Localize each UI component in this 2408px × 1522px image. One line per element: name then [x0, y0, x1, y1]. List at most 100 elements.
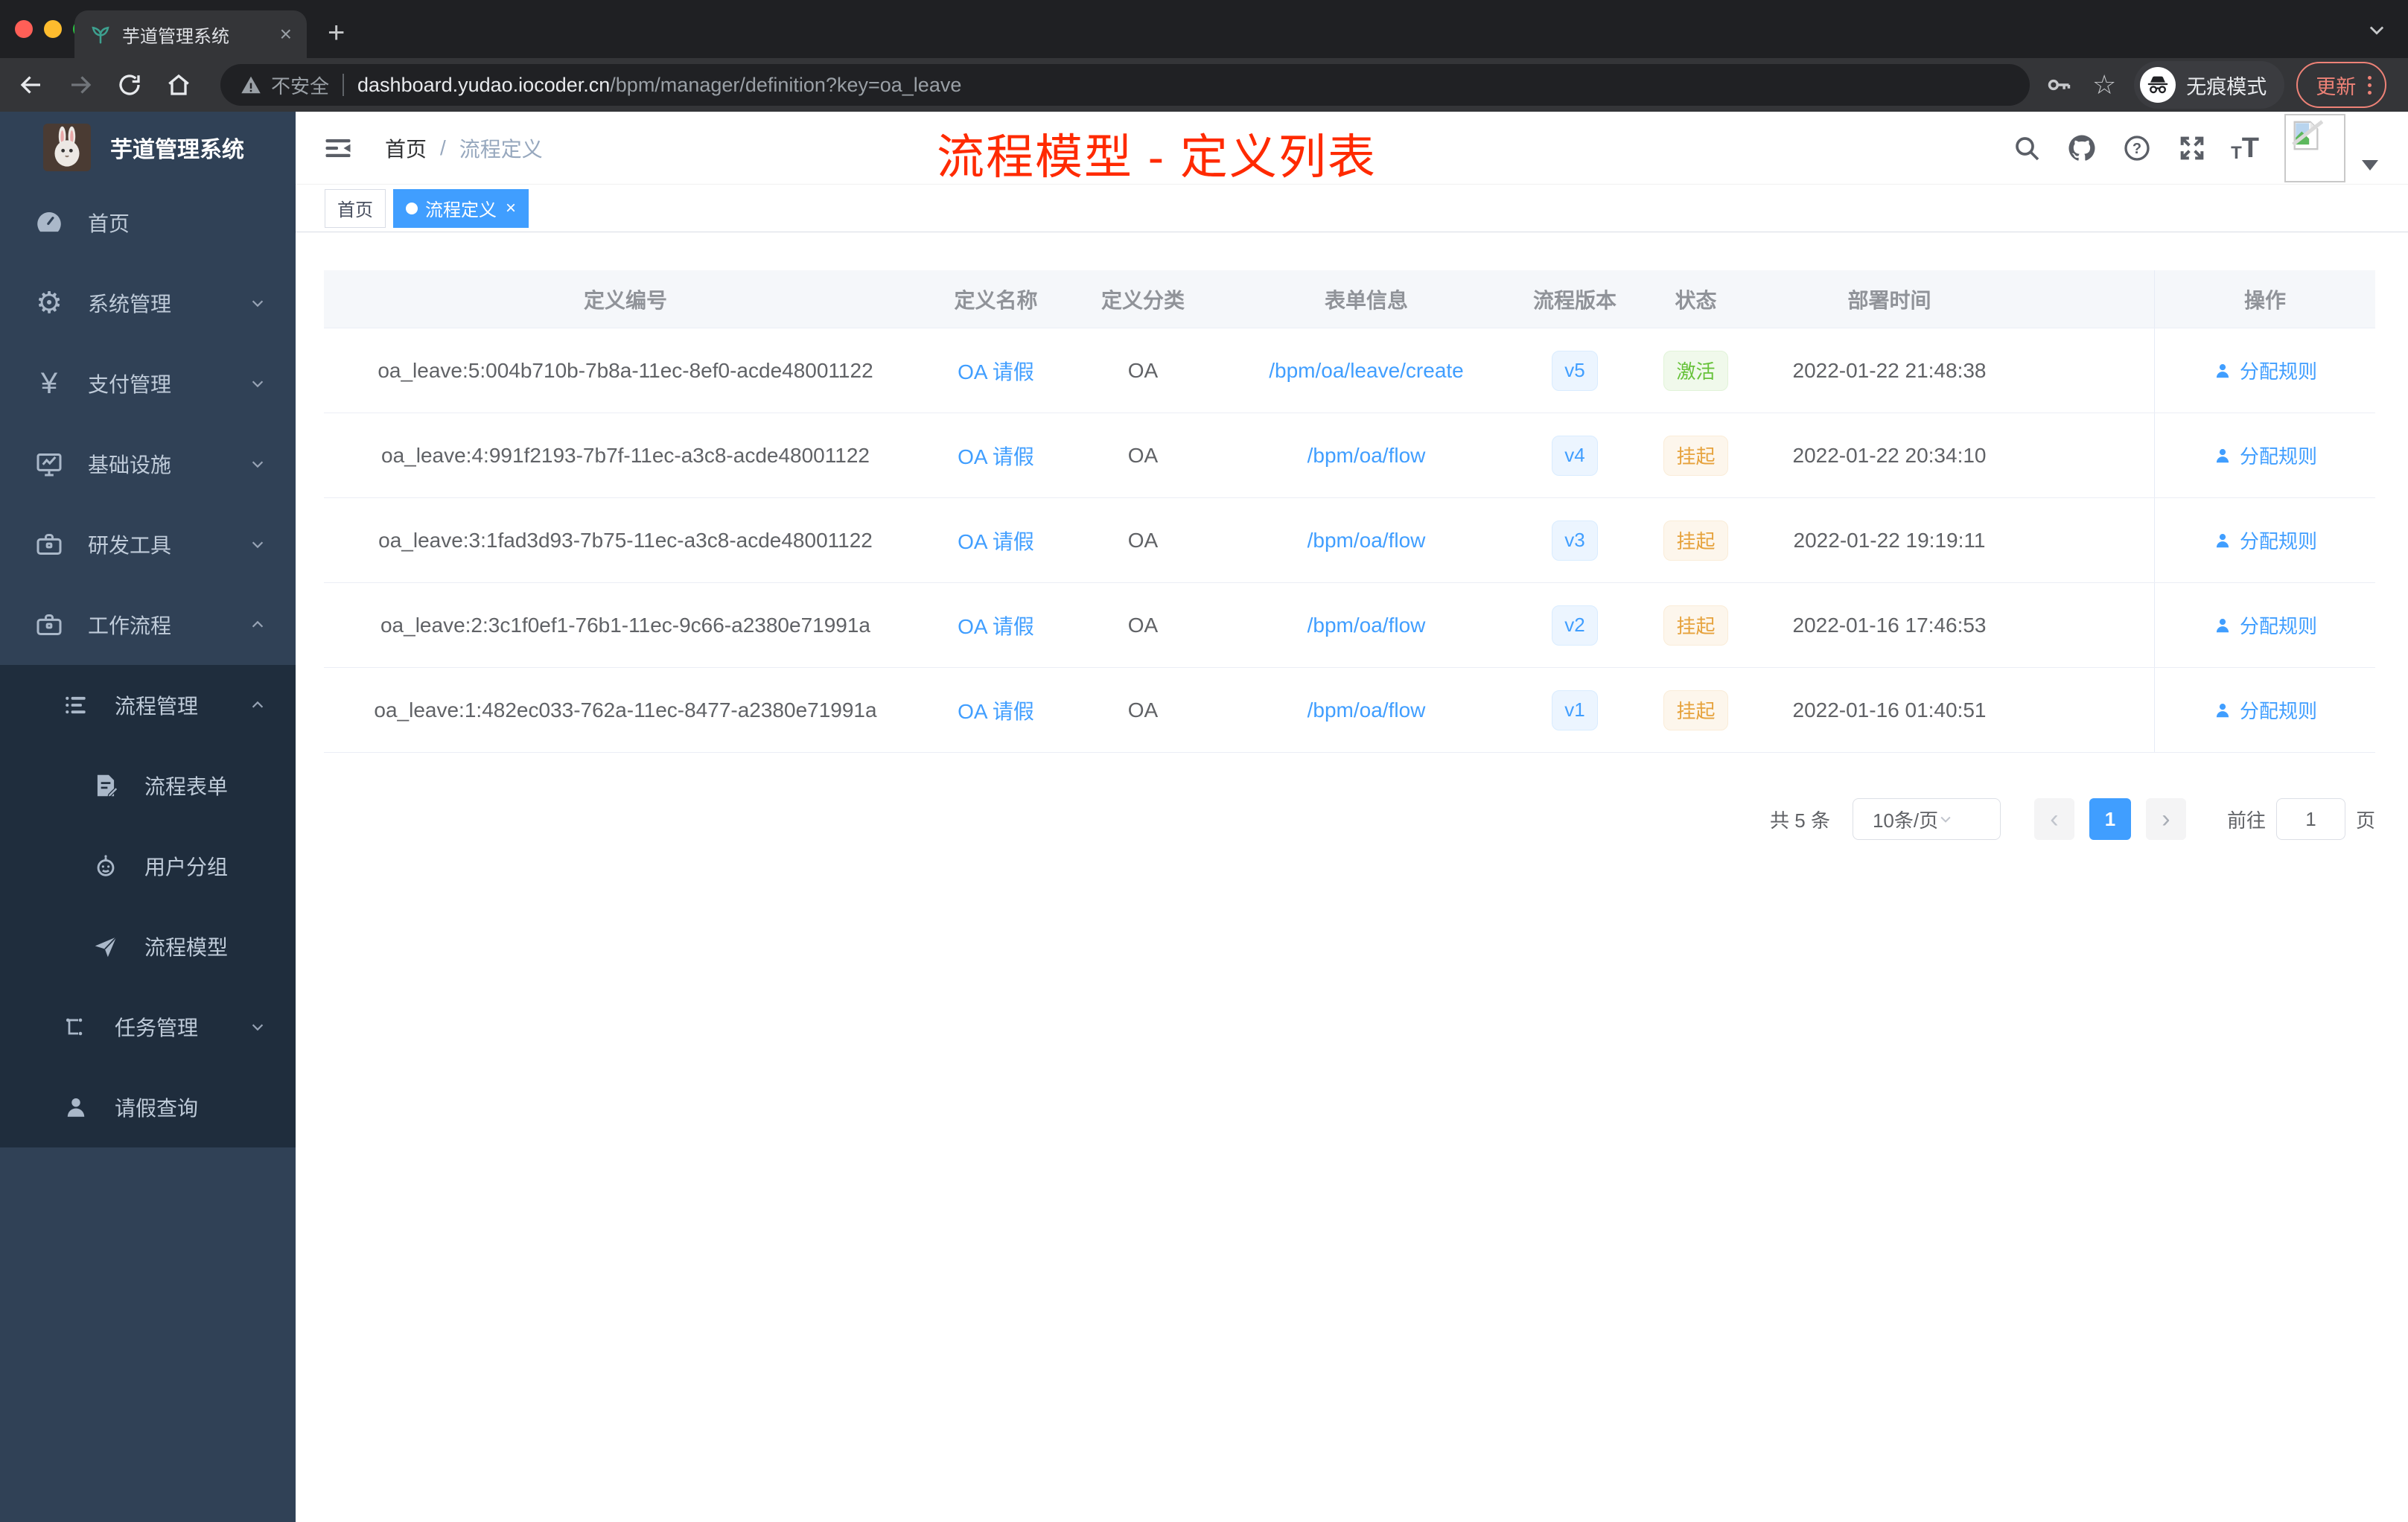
table-header-row: 定义编号 定义名称 定义分类 表单信息 流程版本 状态 部署时间 操作	[324, 270, 2375, 328]
definition-table: 定义编号 定义名称 定义分类 表单信息 流程版本 状态 部署时间 操作 oa_l…	[324, 270, 2375, 753]
url-host[interactable]: dashboard.yudao.iocoder.cn	[357, 74, 610, 97]
page-number-1[interactable]: 1	[2089, 798, 2131, 840]
sidebar-item-process-form[interactable]: 流程表单	[0, 745, 296, 826]
sidebar-item-system[interactable]: ⚙ 系统管理	[0, 263, 296, 343]
assign-rule-button[interactable]: 分配规则	[2213, 611, 2317, 639]
assign-rule-button[interactable]: 分配规则	[2213, 357, 2317, 384]
breadcrumb: 首页 / 流程定义	[385, 133, 543, 163]
status-badge: 挂起	[1663, 690, 1728, 730]
cell-category: OA	[1127, 443, 1159, 467]
column-header: 定义分类	[1101, 288, 1185, 312]
browser-menu-icon[interactable]	[2368, 75, 2372, 95]
assign-rule-button[interactable]: 分配规则	[2213, 526, 2317, 554]
sidebar-item-label: 任务管理	[115, 1016, 199, 1039]
sidebar-item-label: 支付管理	[88, 373, 172, 396]
form-link[interactable]: /bpm/oa/flow	[1307, 614, 1426, 637]
sidebar-toggle-hamburger-icon[interactable]	[322, 135, 354, 162]
window-minimize-button[interactable]	[44, 20, 62, 38]
assign-rule-label: 分配规则	[2239, 615, 2317, 637]
forward-button-icon[interactable]	[66, 70, 95, 100]
next-page-button[interactable]: ›	[2145, 798, 2186, 840]
breadcrumb-separator: /	[440, 136, 446, 159]
seedling-favicon-icon	[89, 23, 112, 45]
breadcrumb-home[interactable]: 首页	[385, 133, 427, 163]
not-secure-warning-icon[interactable]	[240, 74, 262, 96]
app-logo[interactable]: 芋道管理系统	[0, 112, 296, 182]
sidebar-item-payment[interactable]: ¥ 支付管理	[0, 343, 296, 424]
browser-tab[interactable]: 芋道管理系统 ×	[74, 10, 307, 58]
sidebar-item-label: 系统管理	[88, 293, 172, 316]
update-label[interactable]: 更新	[2316, 71, 2356, 100]
version-badge: v2	[1552, 605, 1598, 646]
definition-name-link[interactable]: OA 请假	[958, 356, 1034, 386]
bookmark-star-icon[interactable]: ☆	[2092, 71, 2116, 98]
definition-name-link[interactable]: OA 请假	[958, 611, 1034, 640]
form-link[interactable]: /bpm/oa/flow	[1307, 444, 1426, 468]
tag-home[interactable]: 首页	[325, 188, 386, 228]
address-bar[interactable]: 不安全 dashboard.yudao.iocoder.cn/bpm/manag…	[220, 64, 2030, 106]
github-icon[interactable]	[2065, 132, 2098, 165]
sidebar-item-infrastructure[interactable]: 基础设施	[0, 424, 296, 504]
not-secure-label[interactable]: 不安全	[271, 71, 329, 99]
definition-name-link[interactable]: OA 请假	[958, 441, 1034, 471]
avatar-caret-icon[interactable]	[2362, 159, 2378, 171]
browser-update-button[interactable]: 更新	[2296, 62, 2387, 108]
assign-rule-button[interactable]: 分配规则	[2213, 442, 2317, 469]
help-icon[interactable]: ?	[2121, 132, 2153, 165]
font-size-icon[interactable]: TT	[2231, 134, 2259, 162]
page-size-select[interactable]: 10条/页	[1852, 798, 2001, 840]
sidebar-item-user-group[interactable]: 用户分组	[0, 826, 296, 906]
definition-name-link[interactable]: OA 请假	[958, 695, 1034, 725]
table-row: oa_leave:3:1fad3d93-7b75-11ec-a3c8-acde4…	[324, 498, 2375, 583]
tab-search-caret-icon[interactable]	[2366, 19, 2387, 40]
tag-close-icon[interactable]: ×	[506, 199, 516, 217]
chevron-down-icon	[249, 456, 266, 472]
form-link[interactable]: /bpm/oa/flow	[1307, 529, 1426, 553]
sidebar-item-process-management[interactable]: 流程管理	[0, 665, 296, 745]
tag-process-definition[interactable]: 流程定义 ×	[393, 188, 529, 228]
tab-close-icon[interactable]: ×	[280, 24, 292, 45]
robot-icon	[89, 850, 122, 882]
goto-page-input[interactable]	[2275, 798, 2345, 840]
password-key-icon[interactable]	[2045, 71, 2073, 99]
home-button-icon[interactable]	[164, 70, 194, 100]
sidebar-item-workflow[interactable]: 工作流程	[0, 585, 296, 665]
sidebar-item-process-model[interactable]: 流程模型	[0, 906, 296, 987]
sidebar-item-devtools[interactable]: 研发工具	[0, 504, 296, 585]
user-icon	[2216, 448, 2229, 462]
url-path[interactable]: /bpm/manager/definition?key=oa_leave	[610, 74, 961, 97]
avatar[interactable]	[2284, 113, 2345, 182]
cell-category: OA	[1127, 358, 1159, 382]
prev-page-button[interactable]: ‹	[2033, 798, 2074, 840]
browser-toolbar: 不安全 dashboard.yudao.iocoder.cn/bpm/manag…	[0, 58, 2408, 112]
briefcase-icon	[33, 608, 66, 641]
new-tab-button[interactable]: +	[328, 18, 345, 48]
assign-rule-label: 分配规则	[2239, 445, 2317, 468]
cell-definition-id: oa_leave:2:3c1f0ef1-76b1-11ec-9c66-a2380…	[380, 613, 870, 637]
definition-name-link[interactable]: OA 请假	[958, 526, 1034, 555]
form-link[interactable]: /bpm/oa/leave/create	[1269, 359, 1464, 383]
reload-button-icon[interactable]	[115, 70, 144, 100]
chevron-down-icon	[1938, 812, 1988, 827]
fullscreen-icon[interactable]	[2176, 132, 2208, 165]
user-icon	[2216, 363, 2229, 378]
main-content: 定义编号 定义名称 定义分类 表单信息 流程版本 状态 部署时间 操作 oa_l…	[296, 232, 2408, 1522]
tag-label: 首页	[337, 200, 373, 220]
avatar-logo-image	[43, 123, 91, 171]
column-header: 状态	[1675, 288, 1717, 312]
assign-rule-button[interactable]: 分配规则	[2213, 696, 2317, 724]
back-button-icon[interactable]	[16, 70, 46, 100]
assign-rule-label: 分配规则	[2239, 360, 2317, 383]
cell-deploy-time: 2022-01-16 01:40:51	[1792, 698, 1987, 722]
sidebar-item-leave-query[interactable]: 请假查询	[0, 1067, 296, 1147]
sidebar-item-task-management[interactable]: 任务管理	[0, 987, 296, 1067]
user-icon	[2216, 703, 2229, 717]
search-icon[interactable]	[2010, 132, 2043, 165]
broken-image-icon	[2292, 119, 2323, 150]
active-dot-icon	[406, 202, 418, 214]
form-link[interactable]: /bpm/oa/flow	[1307, 698, 1426, 722]
chevron-up-icon	[249, 617, 266, 633]
window-close-button[interactable]	[15, 20, 33, 38]
sidebar-item-home[interactable]: 首页	[0, 182, 296, 263]
cell-definition-id: oa_leave:4:991f2193-7b7f-11ec-a3c8-acde4…	[381, 443, 870, 467]
